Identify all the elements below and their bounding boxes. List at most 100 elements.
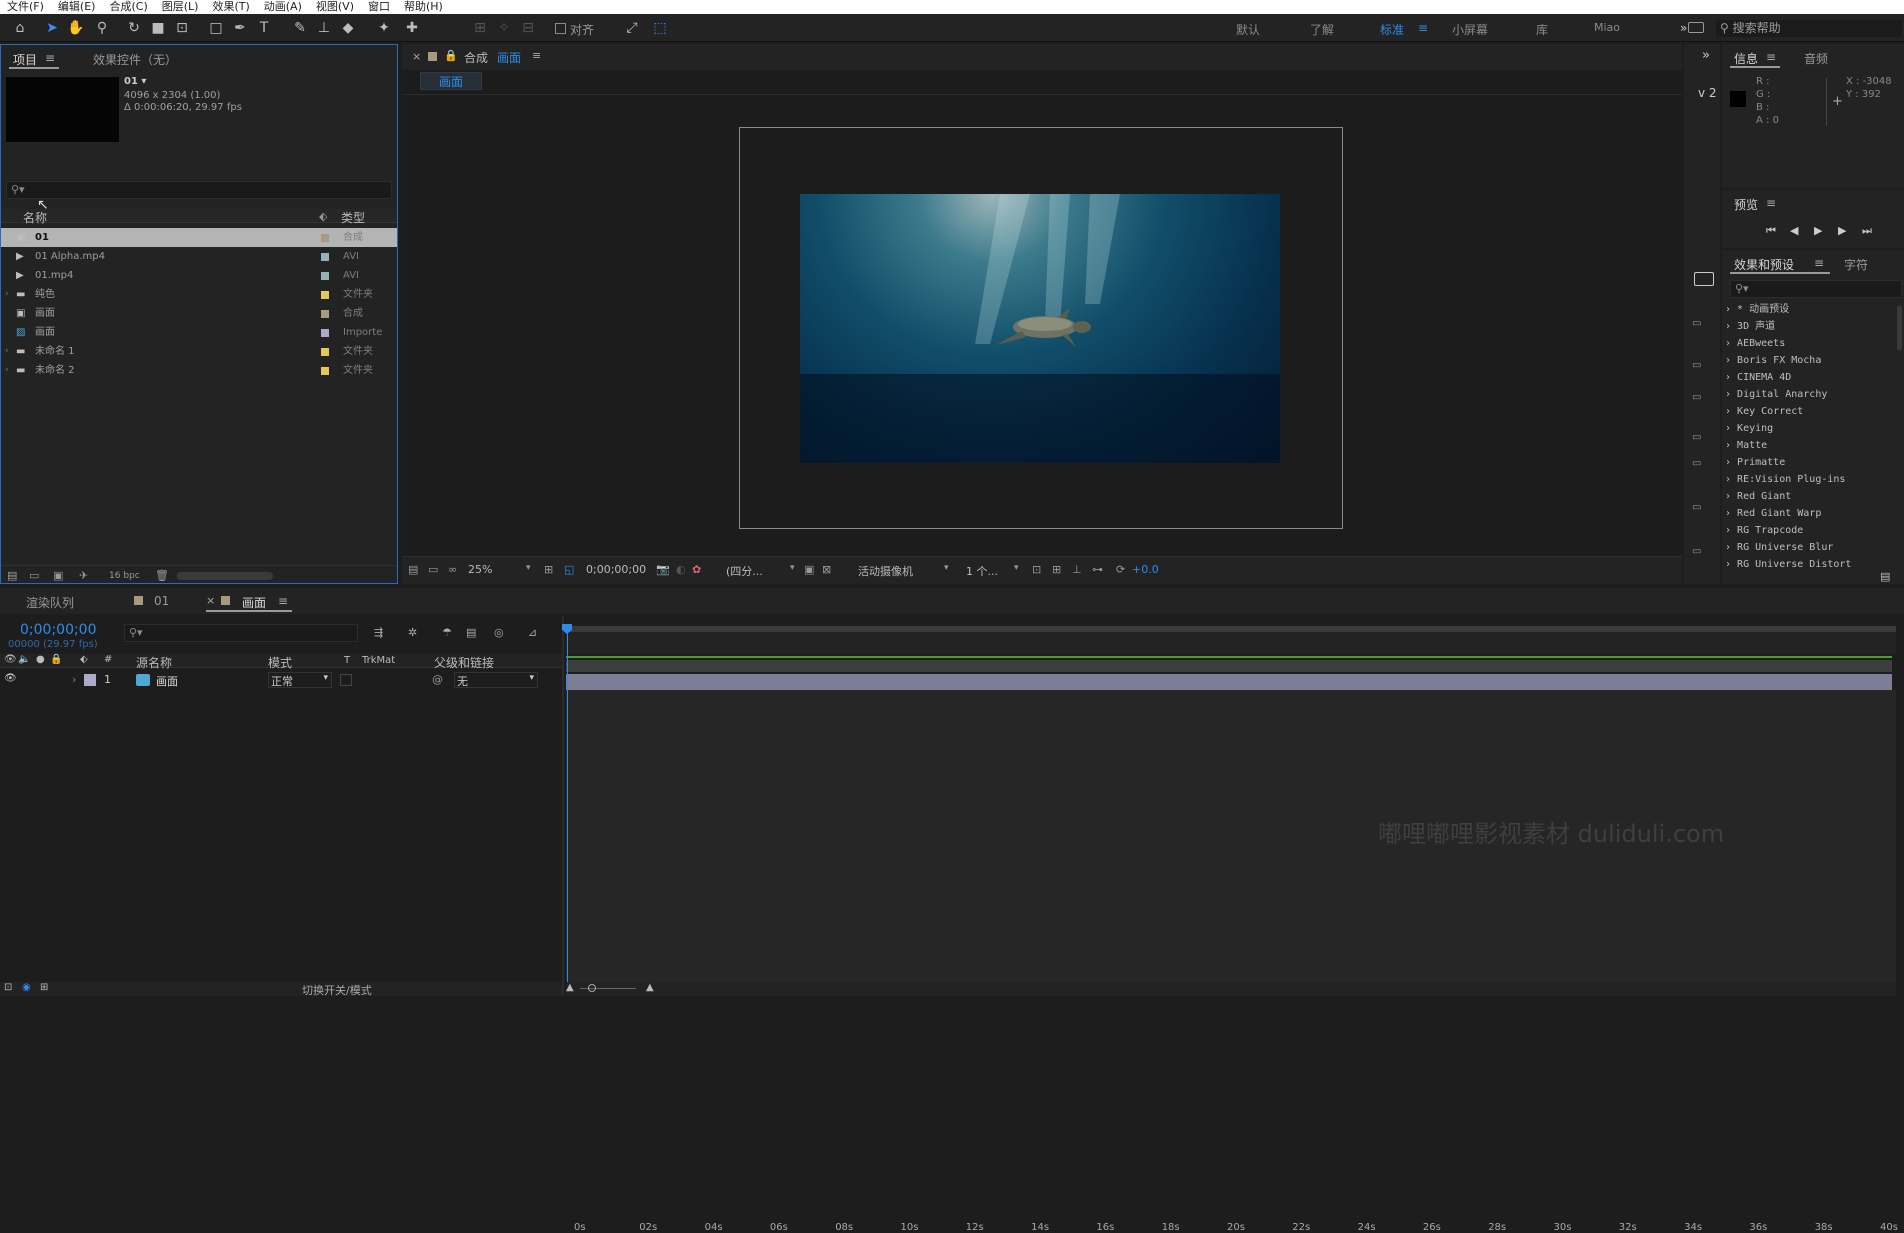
view-axis-icon[interactable]: ⊟	[518, 18, 538, 38]
flowchart-icon[interactable]: ⊶	[1092, 563, 1103, 576]
snapshot-icon[interactable]: 📷	[656, 563, 670, 576]
render-icon[interactable]: ✈	[79, 569, 88, 582]
snap-icon[interactable]: ⤢	[622, 18, 642, 38]
draft-3d-icon[interactable]: ✲	[408, 626, 417, 639]
expand-layer-icon[interactable]: ›	[72, 673, 76, 686]
snap-options-icon[interactable]: ⬚	[650, 18, 670, 38]
close-tab-icon[interactable]: ×	[206, 594, 215, 607]
comp-icon[interactable]: ▭	[1692, 458, 1701, 469]
column-t[interactable]: T	[344, 655, 350, 666]
viewer-timecode[interactable]: 0;00;00;00	[586, 563, 646, 576]
workspace-small-screen[interactable]: 小屏幕	[1452, 21, 1488, 38]
workspace-menu-icon[interactable]: ≡	[1418, 21, 1428, 35]
tab-audio[interactable]: 音频	[1804, 50, 1828, 67]
project-item[interactable]: › ▬ 未命名 1 文件夹	[1, 342, 397, 361]
effects-category-item[interactable]: › Keying	[1725, 420, 1773, 437]
zoom-dropdown-icon[interactable]: ▾	[526, 563, 531, 573]
folder-icon[interactable]	[1694, 272, 1714, 286]
expand-arrow-icon[interactable]: ›	[5, 361, 9, 380]
menu-view[interactable]: 视图(V)	[309, 0, 361, 14]
current-time-indicator[interactable]	[567, 624, 568, 996]
show-snapshot-icon[interactable]: ◐	[676, 563, 686, 576]
effects-category-item[interactable]: › 3D 声道	[1725, 318, 1775, 335]
label-color-swatch[interactable]	[321, 234, 329, 242]
expand-panels-icon[interactable]: »	[1702, 48, 1710, 63]
first-frame-icon[interactable]: ⏮	[1766, 224, 1776, 238]
rotate-tool-icon[interactable]: ↻	[124, 18, 144, 38]
expand-arrow-icon[interactable]: ›	[1725, 457, 1737, 468]
fast-previews-icon[interactable]: ⊞	[1052, 563, 1061, 576]
effects-category-item[interactable]: › RG Universe Blur	[1725, 539, 1833, 556]
effects-category-item[interactable]: › Matte	[1725, 437, 1767, 454]
time-ruler[interactable]	[566, 632, 1896, 654]
expand-arrow-icon[interactable]: ›	[1725, 355, 1737, 366]
timeline-menu-icon[interactable]: ≡	[278, 594, 288, 608]
tab-comp-01[interactable]: 01	[154, 594, 169, 608]
transparency-grid-icon[interactable]: ⊠	[822, 563, 831, 576]
label-color-swatch[interactable]	[321, 367, 329, 375]
expand-arrow-icon[interactable]: ›	[1725, 542, 1737, 553]
effects-category-item[interactable]: › Key Correct	[1725, 403, 1803, 420]
region-of-interest-icon[interactable]: ▣	[804, 563, 814, 576]
camera-dropdown-icon[interactable]: ▾	[944, 563, 949, 573]
menu-edit[interactable]: 编辑(E)	[51, 0, 103, 14]
project-menu-icon[interactable]: ≡	[45, 51, 55, 65]
tab-render-queue[interactable]: 渲染队列	[26, 594, 74, 611]
bit-depth-label[interactable]: 16 bpc	[109, 571, 140, 581]
timeline-search-input[interactable]: ⚲▾	[124, 624, 358, 642]
transfer-controls-icon[interactable]: ◉	[22, 982, 31, 993]
expand-arrow-icon[interactable]: ›	[1725, 491, 1737, 502]
menu-animation[interactable]: 动画(A)	[257, 0, 309, 14]
align-checkbox[interactable]	[555, 23, 566, 34]
pick-whip-icon[interactable]: @	[432, 673, 443, 686]
project-horizontal-scrollbar[interactable]	[177, 572, 273, 580]
workspace-standard[interactable]: 标准	[1380, 21, 1404, 38]
menu-layer[interactable]: 图层(L)	[155, 0, 206, 14]
roto-brush-tool-icon[interactable]: ✦	[374, 18, 394, 38]
label-color-swatch[interactable]	[321, 329, 329, 337]
info-menu-icon[interactable]: ≡	[1766, 50, 1776, 64]
effects-category-item[interactable]: › CINEMA 4D	[1725, 369, 1791, 386]
comp-icon[interactable]: ▭	[1692, 546, 1701, 557]
layer-row[interactable]: 👁 › 1 画面 正常 ▾ @ 无 ▾	[0, 670, 562, 690]
tab-info[interactable]: 信息	[1734, 50, 1758, 67]
expand-arrow-icon[interactable]: ›	[1725, 423, 1737, 434]
column-trkmat[interactable]: TrkMat	[362, 655, 395, 666]
comp-icon[interactable]: ▭	[1692, 360, 1701, 371]
hide-shy-layers-icon[interactable]: ☂	[442, 626, 452, 639]
effects-category-item[interactable]: › Red Giant Warp	[1725, 505, 1821, 522]
column-mode[interactable]: 模式	[268, 654, 292, 671]
selection-tool-icon[interactable]: ➤	[42, 18, 62, 38]
rectangle-tool-icon[interactable]: □	[206, 18, 226, 38]
expand-arrow-icon[interactable]: ›	[1725, 338, 1737, 349]
hand-tool-icon[interactable]: ✋	[66, 18, 86, 38]
project-item[interactable]: › ▬ 纯色 文件夹	[1, 285, 397, 304]
brush-tool-icon[interactable]: ✎	[290, 18, 310, 38]
comp-icon[interactable]: ▭	[1692, 502, 1701, 513]
current-timecode[interactable]: 0;00;00;00	[20, 622, 97, 638]
effects-category-item[interactable]: › RG Trapcode	[1725, 522, 1803, 539]
zoom-tool-icon[interactable]: ⚲	[92, 18, 112, 38]
more-workspaces-icon[interactable]: »	[1680, 21, 1687, 35]
monitor-icon[interactable]: ▭	[428, 563, 438, 576]
column-type[interactable]: 类型	[341, 209, 365, 226]
next-frame-icon[interactable]: ▶	[1838, 224, 1846, 237]
layer-duration-bar[interactable]	[566, 674, 1892, 690]
camera-tool-icon[interactable]: ■	[148, 18, 168, 38]
column-source-name[interactable]: 源名称	[136, 654, 172, 671]
layer-label-swatch[interactable]	[84, 674, 96, 686]
zoom-slider-thumb[interactable]	[588, 984, 596, 992]
expand-arrow-icon[interactable]: ›	[1725, 508, 1737, 519]
views-dropdown[interactable]: 1 个...	[966, 563, 998, 579]
effects-category-item[interactable]: › Boris FX Mocha	[1725, 352, 1821, 369]
tab-character[interactable]: 字符	[1844, 256, 1868, 273]
comp-tab-name[interactable]: 画面	[497, 49, 521, 66]
effects-category-item[interactable]: › Red Giant	[1725, 488, 1791, 505]
effects-category-item[interactable]: › AEBweets	[1725, 335, 1785, 352]
new-folder-icon[interactable]: ▭	[29, 569, 39, 582]
timeline-icon[interactable]: ⊥	[1072, 563, 1082, 576]
preserve-transparency-checkbox[interactable]	[340, 674, 352, 686]
expand-arrow-icon[interactable]: ›	[1725, 406, 1737, 417]
graph-editor-icon[interactable]: ⊿	[528, 626, 537, 639]
layer-name[interactable]: 画面	[156, 673, 178, 689]
